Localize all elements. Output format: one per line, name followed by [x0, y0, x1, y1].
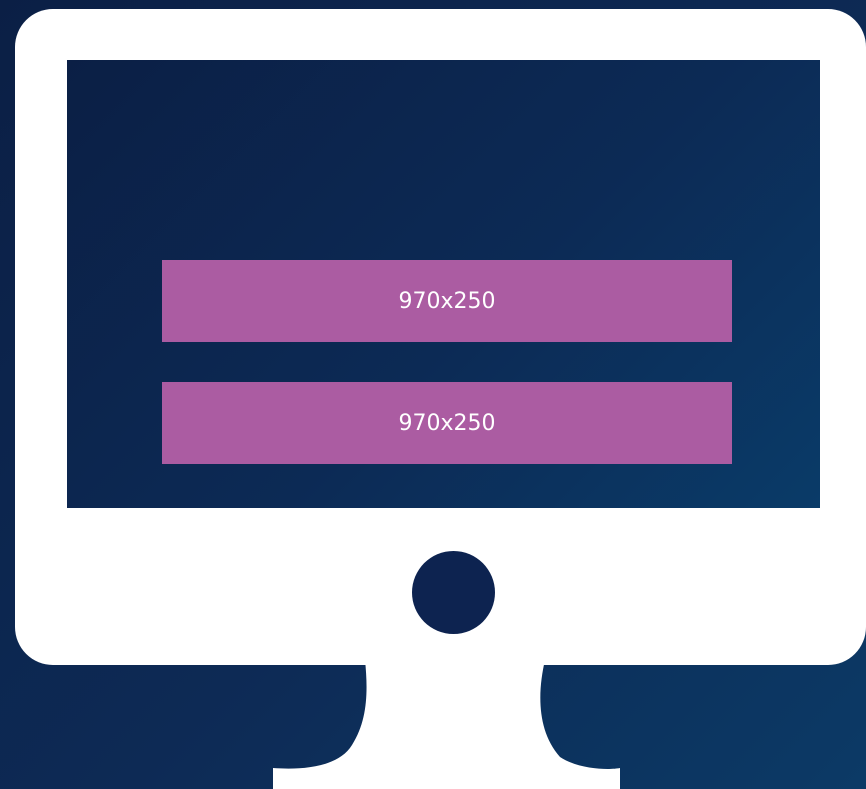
power-button-icon [412, 551, 495, 634]
ad-slot-bottom[interactable]: 970x250 [162, 382, 732, 464]
ad-size-label: 970x250 [398, 410, 496, 436]
ad-size-label: 970x250 [398, 288, 496, 314]
ad-slot-top[interactable]: 970x250 [162, 260, 732, 342]
